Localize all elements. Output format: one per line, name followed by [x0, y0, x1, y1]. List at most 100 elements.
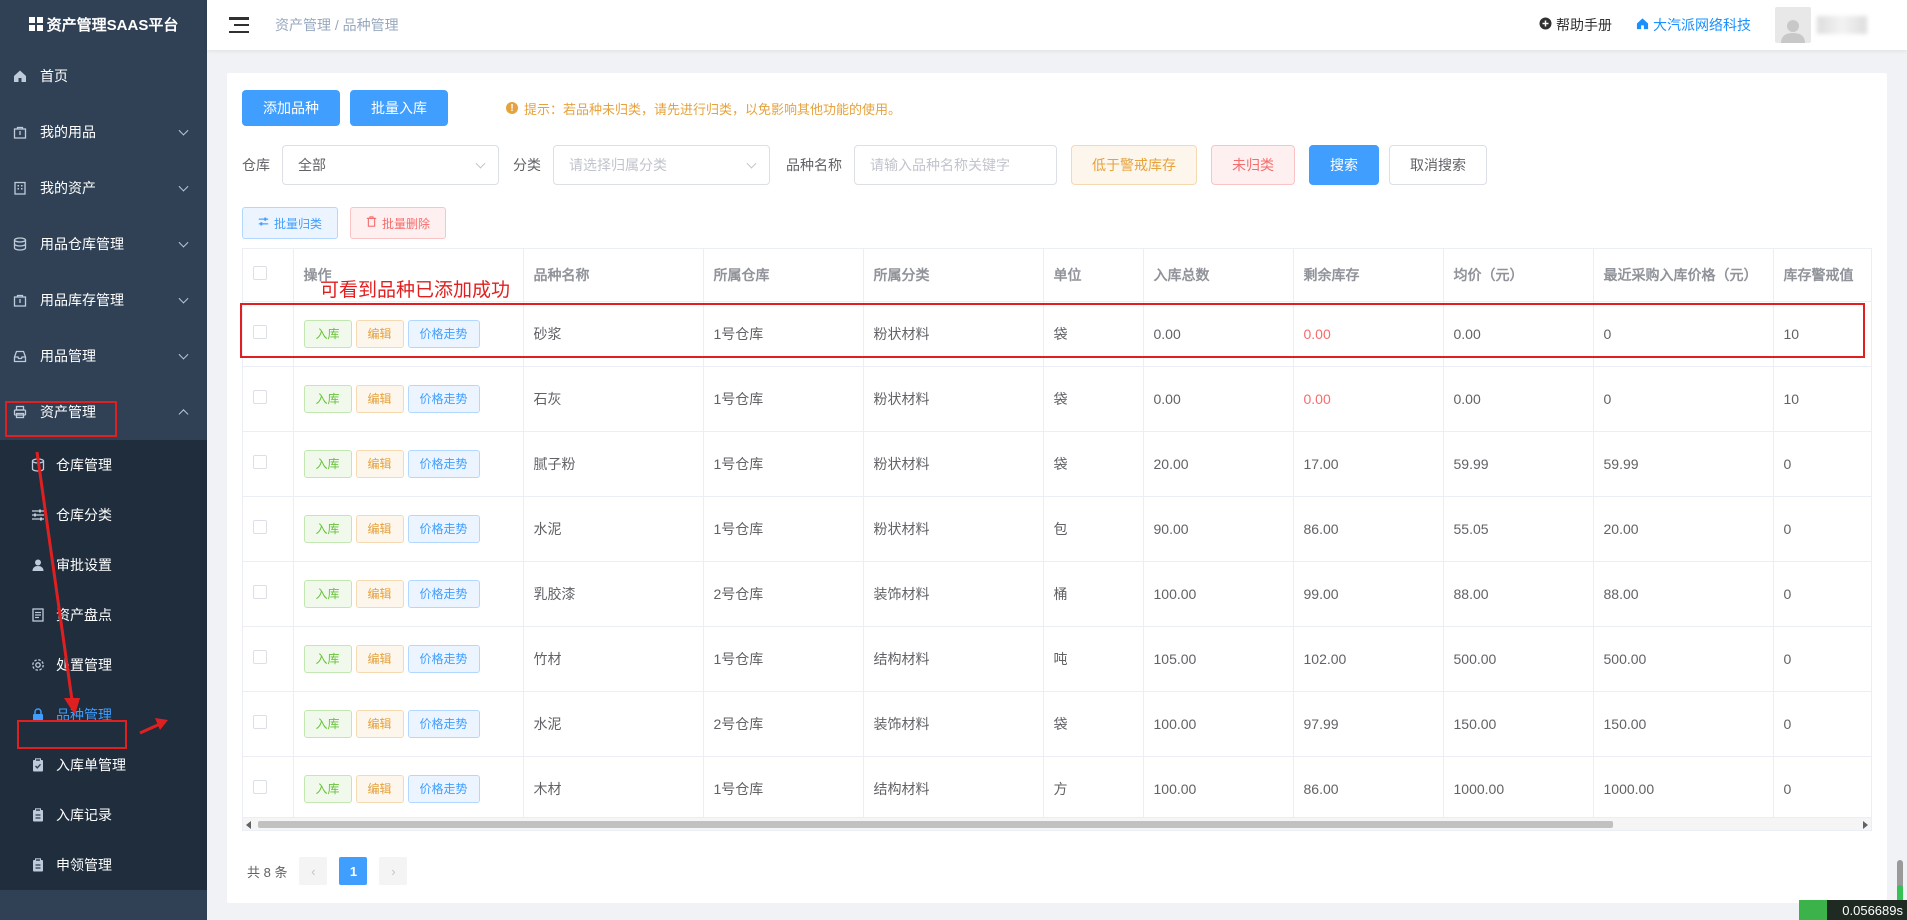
avg-price-cell: 500.00: [1443, 626, 1594, 692]
sidebar-subitem-disposal[interactable]: 处置管理: [0, 640, 207, 690]
sidebar-item-supply-inventory[interactable]: 用品库存管理: [0, 272, 207, 328]
inbound-button[interactable]: 入库: [303, 384, 352, 413]
sidebar-subitem-label: 入库单管理: [56, 757, 126, 773]
table-row: 入库 编辑 价格走势 乳胶漆 2号仓库 装饰材料桶 100.00 99.00 88.00 88.0…: [243, 561, 1871, 627]
sidebar-item-supply-management[interactable]: 用品管理: [0, 328, 207, 384]
price-trend-button[interactable]: 价格走势: [407, 774, 480, 803]
inbound-button[interactable]: 入库: [303, 514, 352, 543]
last-price-cell: 59.99: [1593, 431, 1774, 497]
row-checkbox[interactable]: [253, 650, 267, 664]
column-header: 剩余库存: [1293, 249, 1444, 302]
search-button[interactable]: 搜索: [1309, 145, 1379, 185]
total-in-cell: 105.00: [1143, 626, 1294, 692]
scroll-right-icon[interactable]: [1863, 821, 1868, 829]
sidebar-subitem-label: 资产盘点: [56, 607, 112, 623]
warehouse-select[interactable]: 全部: [282, 145, 499, 185]
actions-cell: 入库 编辑 价格走势: [293, 691, 524, 757]
cancel-search-button[interactable]: 取消搜索: [1389, 145, 1487, 185]
sidebar-item-my-assets[interactable]: 我的资产: [0, 160, 207, 216]
sidebar-subitem-approval[interactable]: 审批设置: [0, 540, 207, 590]
company-link[interactable]: 大汽派网络科技: [1636, 15, 1751, 35]
last-price-cell: 500.00: [1593, 626, 1774, 692]
grid-logo-icon: [28, 17, 43, 31]
batch-delete-button[interactable]: 批量删除: [350, 207, 447, 239]
row-checkbox[interactable]: [253, 455, 267, 469]
edit-button[interactable]: 编辑: [355, 449, 404, 478]
edit-button[interactable]: 编辑: [355, 514, 404, 543]
row-checkbox[interactable]: [253, 390, 267, 404]
row-checkbox[interactable]: [253, 715, 267, 729]
edit-button[interactable]: 编辑: [355, 579, 404, 608]
batch-inbound-button[interactable]: 批量入库: [350, 90, 448, 126]
sidebar-subitem-inbound-records[interactable]: 入库记录: [0, 790, 207, 840]
edit-button[interactable]: 编辑: [355, 709, 404, 738]
warehouse-cell: 1号仓库: [703, 756, 864, 817]
total-in-cell: 100.00: [1143, 561, 1294, 627]
row-checkbox[interactable]: [253, 520, 267, 534]
low-stock-button[interactable]: 低于警戒库存: [1071, 145, 1197, 185]
app-logo[interactable]: 资产管理SAAS平台: [0, 0, 207, 48]
edit-button[interactable]: 编辑: [355, 774, 404, 803]
company-label: 大汽派网络科技: [1653, 17, 1751, 33]
price-trend-button[interactable]: 价格走势: [407, 449, 480, 478]
sidebar-item-home[interactable]: 首页: [0, 48, 207, 104]
timer-logo-icon: [1799, 900, 1827, 920]
next-page-button[interactable]: ›: [379, 857, 408, 885]
scrollbar-thumb[interactable]: [258, 821, 1613, 828]
price-trend-button[interactable]: 价格走势: [407, 644, 480, 673]
add-variety-button[interactable]: 添加品种: [242, 90, 340, 126]
price-trend-button[interactable]: 价格走势: [407, 579, 480, 608]
batch-classify-button[interactable]: 批量归类: [242, 207, 339, 239]
prev-page-button[interactable]: ‹: [299, 857, 328, 885]
price-trend-button[interactable]: 价格走势: [407, 384, 480, 413]
sidebar-item-my-supplies[interactable]: 我的用品: [0, 104, 207, 160]
row-checkbox[interactable]: [253, 585, 267, 599]
breadcrumb-parent[interactable]: 资产管理: [275, 17, 331, 33]
inbound-button[interactable]: 入库: [303, 644, 352, 673]
sidebar-subitem-requisition[interactable]: 申领管理: [0, 840, 207, 890]
remaining-cell: 99.00: [1293, 561, 1444, 627]
inbound-button[interactable]: 入库: [303, 449, 352, 478]
sidebar-item-label: 我的资产: [40, 180, 96, 196]
page-number-button[interactable]: 1: [339, 857, 368, 885]
total-in-cell: 100.00: [1143, 691, 1294, 757]
row-checkbox[interactable]: [253, 780, 267, 794]
scroll-left-icon[interactable]: [246, 821, 251, 829]
horizontal-scrollbar[interactable]: [242, 817, 1872, 831]
sidebar-subitem-warehouse[interactable]: 仓库管理: [0, 440, 207, 490]
select-all-checkbox[interactable]: [253, 266, 267, 281]
inbound-button[interactable]: 入库: [303, 774, 352, 803]
page-scrollbar[interactable]: [1895, 55, 1907, 920]
inbound-button[interactable]: 入库: [303, 709, 352, 738]
name-search-input[interactable]: 请输入品种名称关键字: [854, 145, 1057, 185]
clipboard-icon: [30, 857, 46, 873]
help-label: 帮助手册: [1556, 17, 1612, 33]
price-trend-button[interactable]: 价格走势: [407, 709, 480, 738]
annotation-menu-highlight: [5, 401, 117, 437]
price-trend-button[interactable]: 价格走势: [407, 514, 480, 543]
inbound-button[interactable]: 入库: [303, 579, 352, 608]
actions-cell: 入库 编辑 价格走势: [293, 431, 524, 497]
user-menu[interactable]: [1775, 7, 1867, 43]
edit-button[interactable]: 编辑: [355, 384, 404, 413]
menu-toggle-icon[interactable]: [229, 17, 249, 33]
uncategorized-button[interactable]: 未归类: [1211, 145, 1295, 185]
clipboard-icon: [30, 757, 46, 773]
breadcrumb-current: 品种管理: [342, 17, 399, 33]
unit-cell: 包: [1043, 496, 1144, 562]
edit-button[interactable]: 编辑: [355, 644, 404, 673]
sidebar-item-label: 用品管理: [40, 348, 96, 364]
pagination: 共 8 条 ‹ 1 ›: [247, 857, 408, 885]
category-cell: 粉状材料: [863, 431, 1044, 497]
column-header: 品种名称: [523, 249, 704, 302]
help-link[interactable]: 帮助手册: [1539, 15, 1612, 35]
sidebar-subitem-asset-check[interactable]: 资产盘点: [0, 590, 207, 640]
row-select-cell: [243, 561, 294, 627]
total-in-cell: 0.00: [1143, 366, 1294, 432]
batch-actions: 批量归类 批量删除: [242, 207, 447, 239]
sidebar-item-supply-warehouse[interactable]: 用品仓库管理: [0, 216, 207, 272]
remaining-cell: 97.99: [1293, 691, 1444, 757]
sidebar-subitem-warehouse-category[interactable]: 仓库分类: [0, 490, 207, 540]
remaining-cell: 102.00: [1293, 626, 1444, 692]
category-select[interactable]: 请选择归属分类: [553, 145, 770, 185]
